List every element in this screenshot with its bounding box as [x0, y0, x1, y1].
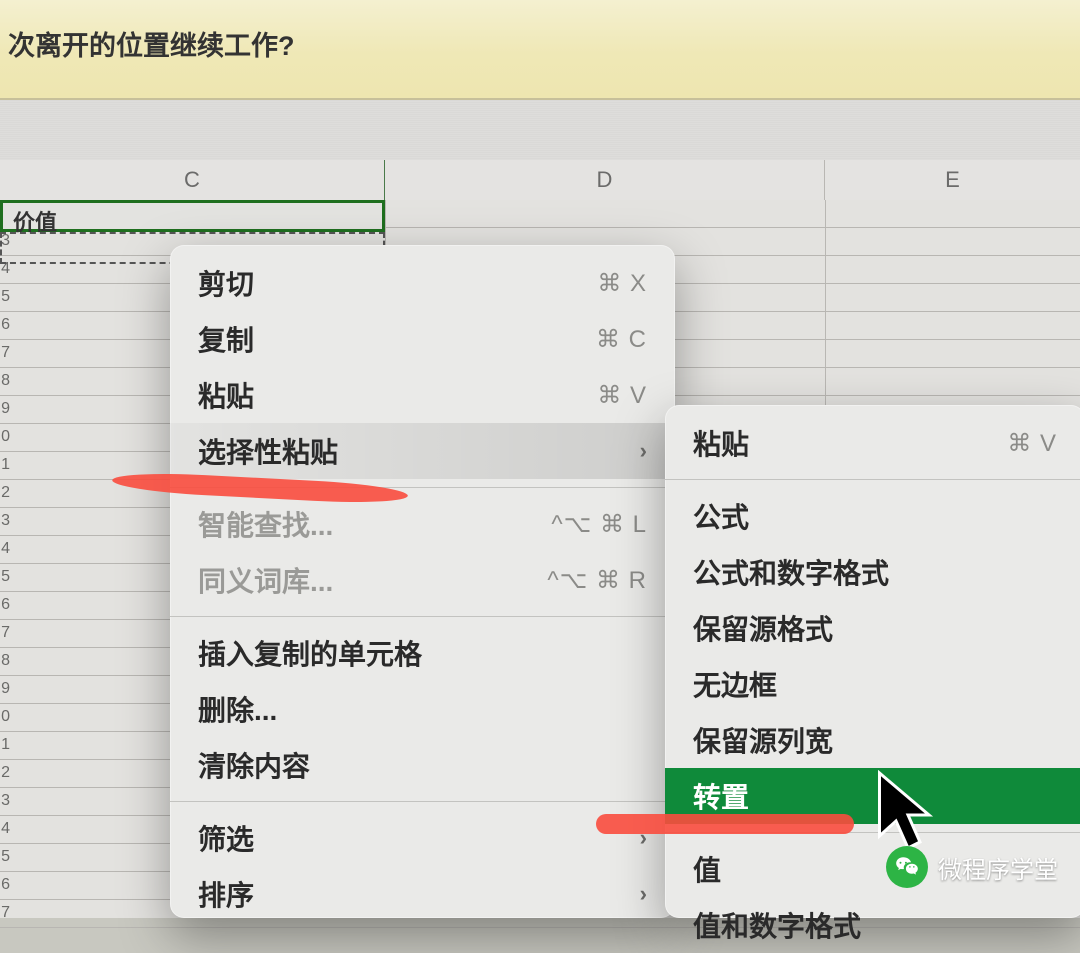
menu-label: 选择性粘贴 — [198, 431, 338, 471]
menu-label: 值 — [693, 849, 721, 889]
menu-label: 转置 — [693, 776, 749, 816]
menu-label: 排序 — [198, 874, 254, 914]
menu-label: 智能查找... — [198, 504, 333, 544]
menu-shortcut: ⌘ X — [597, 269, 647, 298]
annotation-stroke — [596, 814, 854, 834]
menu-label: 同义词库... — [198, 560, 333, 600]
menu-label: 保留源列宽 — [693, 720, 833, 760]
menu-shortcut: ⌘ V — [597, 381, 647, 410]
menu-label: 无边框 — [693, 664, 777, 704]
column-header-c[interactable]: C — [0, 160, 385, 200]
column-header-d[interactable]: D — [385, 160, 825, 200]
menu-shortcut: ^⌥ ⌘ R — [547, 566, 647, 595]
menu-label: 值和数字格式 — [693, 905, 861, 945]
row-num: 2 — [0, 764, 10, 782]
menu-separator — [170, 801, 675, 802]
menu-separator — [665, 479, 1080, 480]
submenu-keep-column-width[interactable]: 保留源列宽 — [665, 712, 1080, 768]
menu-smart-lookup[interactable]: 智能查找... ^⌥ ⌘ L — [170, 496, 675, 552]
menu-label: 剪切 — [198, 263, 254, 303]
menu-shortcut: ⌘ C — [596, 325, 647, 354]
menu-label: 筛选 — [198, 818, 254, 858]
banner-text: 次离开的位置继续工作? — [8, 31, 295, 61]
row-num: 7 — [0, 624, 10, 642]
row-num: 0 — [0, 428, 10, 446]
menu-label: 粘贴 — [198, 375, 254, 415]
chevron-right-icon: › — [620, 438, 647, 464]
row-num: 6 — [0, 876, 10, 894]
submenu-paste[interactable]: 粘贴 ⌘ V — [665, 415, 1080, 471]
row-num: 0 — [0, 708, 10, 726]
wechat-icon — [886, 846, 928, 888]
active-cell-value: 价值 — [3, 203, 382, 239]
menu-paste-special[interactable]: 选择性粘贴 › — [170, 423, 675, 479]
column-headers: C D E — [0, 160, 1080, 200]
menu-shortcut: ^⌥ ⌘ L — [551, 510, 647, 539]
submenu-values-number-format[interactable]: 值和数字格式 — [665, 897, 1080, 953]
menu-label: 公式和数字格式 — [693, 552, 889, 592]
menu-label: 粘贴 — [693, 423, 749, 463]
row-num: 6 — [0, 316, 10, 334]
row-num: 8 — [0, 652, 10, 670]
menu-clear-contents[interactable]: 清除内容 — [170, 737, 675, 793]
row-num: 5 — [0, 568, 10, 586]
chevron-right-icon: › — [620, 881, 647, 907]
row-num: 5 — [0, 848, 10, 866]
watermark-label: 微程序学堂 — [938, 850, 1058, 885]
submenu-keep-source-formatting[interactable]: 保留源格式 — [665, 600, 1080, 656]
row-num: 2 — [0, 484, 10, 502]
menu-label: 插入复制的单元格 — [198, 633, 422, 673]
row-num: 9 — [0, 400, 10, 418]
column-header-e[interactable]: E — [825, 160, 1080, 200]
menu-label: 公式 — [693, 496, 749, 536]
submenu-no-border[interactable]: 无边框 — [665, 656, 1080, 712]
watermark: 微程序学堂 — [886, 846, 1058, 888]
row-num: 9 — [0, 680, 10, 698]
row-num: 5 — [0, 288, 10, 306]
menu-copy[interactable]: 复制 ⌘ C — [170, 311, 675, 367]
row-num: 7 — [0, 904, 10, 922]
row-num: 1 — [0, 736, 10, 754]
menu-paste[interactable]: 粘贴 ⌘ V — [170, 367, 675, 423]
row-num: 3 — [0, 512, 10, 530]
menu-sort[interactable]: 排序 › — [170, 866, 675, 922]
row-num: 4 — [0, 820, 10, 838]
menu-shortcut: ⌘ V — [1007, 429, 1057, 458]
row-num: 1 — [0, 456, 10, 474]
menu-cut[interactable]: 剪切 ⌘ X — [170, 255, 675, 311]
row-num: 8 — [0, 372, 10, 390]
row-num: 6 — [0, 596, 10, 614]
active-cell[interactable]: 价值 — [0, 200, 385, 232]
resume-prompt-banner: 次离开的位置继续工作? — [0, 0, 1080, 100]
menu-label: 清除内容 — [198, 745, 310, 785]
submenu-formulas[interactable]: 公式 — [665, 488, 1080, 544]
menu-thesaurus[interactable]: 同义词库... ^⌥ ⌘ R — [170, 552, 675, 608]
row-num: 3 — [0, 792, 10, 810]
submenu-formulas-number-format[interactable]: 公式和数字格式 — [665, 544, 1080, 600]
menu-insert-copied-cells[interactable]: 插入复制的单元格 — [170, 625, 675, 681]
row-num: 7 — [0, 344, 10, 362]
row-num: 4 — [0, 540, 10, 558]
menu-label: 删除... — [198, 689, 277, 729]
menu-label: 保留源格式 — [693, 608, 833, 648]
menu-separator — [170, 616, 675, 617]
menu-label: 复制 — [198, 319, 254, 359]
menu-delete[interactable]: 删除... — [170, 681, 675, 737]
